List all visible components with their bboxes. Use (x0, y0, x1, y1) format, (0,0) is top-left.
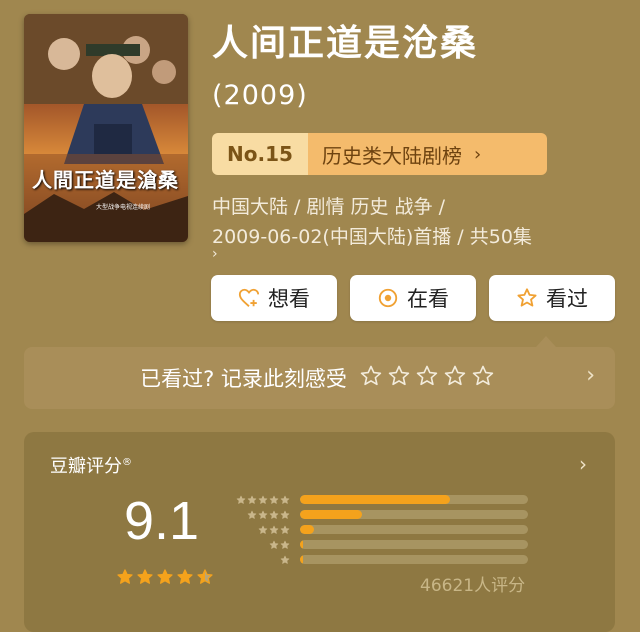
distribution-stars (232, 550, 290, 569)
rank-list-name: 历史类大陆剧榜 (322, 143, 462, 168)
action-buttons: 想看 在看 看过 (211, 275, 615, 321)
distribution-bar (300, 540, 528, 549)
meta-genre-line: 中国大陆 / 剧情 历史 战争 / (212, 196, 446, 218)
distribution-bar (300, 555, 528, 564)
rating-title-text: 豆瓣评分 (50, 456, 122, 477)
star-icon[interactable] (443, 364, 467, 392)
watching-button[interactable]: 在看 (350, 275, 476, 321)
rating-card[interactable]: 豆瓣评分® › 9.1 46621人评分 (24, 432, 615, 632)
watched-label: 看过 (546, 287, 588, 311)
circle-dot-icon (377, 287, 399, 309)
poster-title: 人間正道是滄桑 (32, 168, 179, 192)
rating-count: 46621人评分 (420, 576, 526, 596)
movie-meta[interactable]: 中国大陆 / 剧情 历史 战争 / 2009-06-02(中国大陆)首播 / 共… (212, 192, 622, 261)
watching-label: 在看 (407, 287, 449, 311)
want-label: 想看 (268, 287, 310, 311)
rank-list: 历史类大陆剧榜 › (308, 133, 547, 175)
distribution-bar-fill (300, 555, 303, 564)
star-icon (280, 550, 290, 569)
rank-number: No.15 (212, 133, 308, 175)
distribution-bar-fill (300, 525, 314, 534)
star-icon (136, 568, 154, 590)
rating-title: 豆瓣评分® (50, 452, 132, 478)
distribution-bar-fill (300, 495, 451, 504)
chevron-right-icon: › (586, 363, 595, 388)
star-icon[interactable] (415, 364, 439, 392)
record-feeling-bar[interactable]: 已看过? 记录此刻感受 › (24, 347, 615, 409)
record-pointer (536, 336, 556, 347)
star-icon (116, 568, 134, 590)
star-icon (176, 568, 194, 590)
distribution-bar (300, 495, 528, 504)
distribution-bar (300, 525, 528, 534)
page-title: 人间正道是沧桑 (212, 23, 479, 64)
star-icon (516, 287, 538, 309)
distribution-row (232, 552, 528, 567)
score-stars (116, 568, 214, 590)
poster-image[interactable]: 人間正道是滄桑 大型战争电视连续剧 (24, 14, 188, 242)
rating-score: 9.1 (124, 491, 200, 551)
star-icon[interactable] (471, 364, 495, 392)
star-icon[interactable] (359, 364, 383, 392)
chevron-right-icon: › (474, 143, 482, 165)
poster-subtitle: 大型战争电视连续剧 (96, 204, 151, 211)
registered-mark: ® (122, 457, 132, 468)
want-button[interactable]: 想看 (211, 275, 337, 321)
distribution-bar-fill (300, 540, 303, 549)
watched-button[interactable]: 看过 (489, 275, 615, 321)
rate-stars[interactable] (359, 364, 495, 392)
heart-plus-icon (238, 287, 260, 309)
star-icon (196, 568, 214, 590)
star-icon (156, 568, 174, 590)
release-year: (2009) (212, 80, 308, 111)
distribution-bar-fill (300, 510, 362, 519)
record-prompt: 已看过? 记录此刻感受 (140, 367, 347, 391)
distribution-bar (300, 510, 528, 519)
ranking-badge[interactable]: No.15 历史类大陆剧榜 › (212, 133, 547, 175)
star-icon[interactable] (387, 364, 411, 392)
rating-distribution (232, 492, 528, 567)
chevron-right-icon: › (579, 452, 587, 476)
